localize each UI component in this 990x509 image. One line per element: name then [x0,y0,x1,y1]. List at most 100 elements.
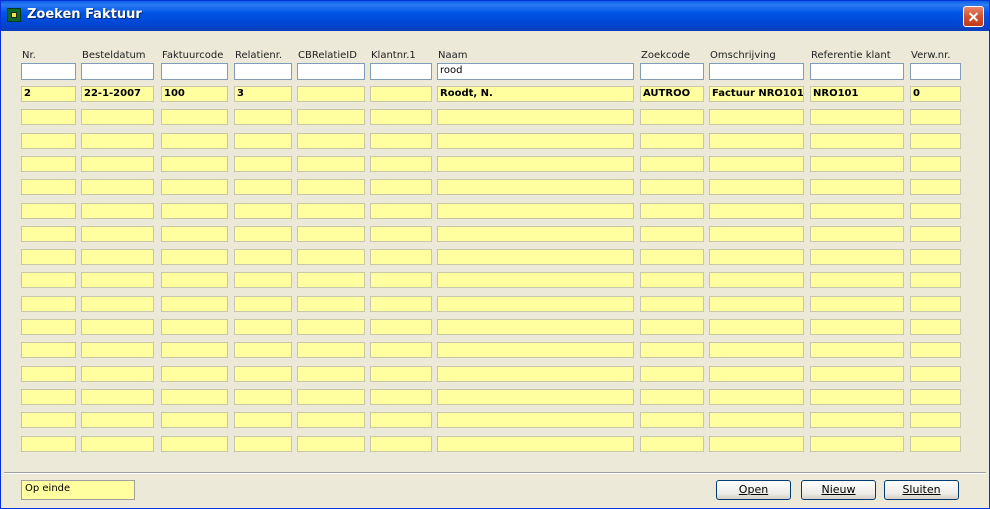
result-cell[interactable] [640,156,704,172]
result-cell[interactable] [234,179,292,195]
result-cell[interactable] [370,249,432,265]
result-cell[interactable] [370,366,432,382]
result-cell[interactable] [297,109,365,125]
result-cell[interactable] [640,436,704,452]
result-cell[interactable]: 0 [910,86,961,102]
result-cell[interactable] [234,389,292,405]
result-cell[interactable] [810,203,904,219]
result-cell[interactable] [640,109,704,125]
result-cell[interactable] [161,412,228,428]
result-cell[interactable] [297,389,365,405]
result-cell[interactable] [161,156,228,172]
result-cell[interactable] [910,133,961,149]
result-cell[interactable] [910,109,961,125]
result-cell[interactable] [297,156,365,172]
result-cell[interactable] [437,249,634,265]
filter-input[interactable] [810,63,904,80]
result-cell[interactable] [370,133,432,149]
result-cell[interactable] [21,366,76,382]
result-cell[interactable] [161,389,228,405]
result-cell[interactable] [81,133,154,149]
close-window-icon[interactable] [963,6,984,27]
result-cell[interactable] [81,226,154,242]
result-cell[interactable] [161,272,228,288]
filter-input[interactable] [234,63,292,80]
result-cell[interactable] [297,296,365,312]
result-cell[interactable] [437,296,634,312]
filter-input[interactable]: rood [437,63,634,80]
result-cell[interactable] [437,226,634,242]
result-cell[interactable] [709,249,804,265]
result-cell[interactable] [81,389,154,405]
result-cell[interactable] [437,109,634,125]
result-cell[interactable] [21,342,76,358]
result-cell[interactable] [81,366,154,382]
result-cell[interactable] [640,133,704,149]
result-cell[interactable] [370,389,432,405]
new-button[interactable]: Nieuw [801,480,876,500]
result-cell[interactable] [297,133,365,149]
result-cell[interactable] [234,226,292,242]
result-cell[interactable]: Factuur NRO101 [709,86,804,102]
result-cell[interactable] [709,436,804,452]
result-cell[interactable] [370,342,432,358]
filter-input[interactable] [370,63,432,80]
result-cell[interactable] [810,342,904,358]
result-cell[interactable] [640,272,704,288]
result-cell[interactable] [234,366,292,382]
result-cell[interactable] [81,436,154,452]
result-cell[interactable] [161,203,228,219]
filter-input[interactable] [81,63,154,80]
result-cell[interactable] [910,366,961,382]
result-cell[interactable] [810,389,904,405]
result-cell[interactable] [81,203,154,219]
result-cell[interactable] [910,389,961,405]
result-cell[interactable] [910,179,961,195]
result-cell[interactable] [21,249,76,265]
result-cell[interactable] [640,203,704,219]
result-cell[interactable] [810,319,904,335]
result-cell[interactable] [297,249,365,265]
result-cell[interactable] [234,156,292,172]
result-cell[interactable] [709,179,804,195]
result-cell[interactable] [810,296,904,312]
result-cell[interactable] [370,436,432,452]
result-cell[interactable] [709,412,804,428]
result-cell[interactable] [81,319,154,335]
result-cell[interactable] [437,272,634,288]
filter-input[interactable] [297,63,365,80]
result-cell[interactable] [81,272,154,288]
result-cell[interactable] [234,133,292,149]
result-cell[interactable] [640,296,704,312]
result-cell[interactable] [810,436,904,452]
result-cell[interactable] [709,133,804,149]
result-cell[interactable] [21,156,76,172]
filter-input[interactable] [161,63,228,80]
result-cell[interactable] [21,226,76,242]
result-cell[interactable] [910,249,961,265]
result-cell[interactable] [234,412,292,428]
result-cell[interactable]: AUTROO [640,86,704,102]
result-cell[interactable] [161,133,228,149]
result-cell[interactable] [161,226,228,242]
filter-input[interactable] [21,63,76,80]
filter-input[interactable] [709,63,804,80]
result-cell[interactable] [370,203,432,219]
close-button[interactable]: Sluiten [884,480,959,500]
filter-input[interactable] [910,63,961,80]
result-cell[interactable] [161,366,228,382]
result-cell[interactable] [21,412,76,428]
result-cell[interactable] [81,156,154,172]
result-cell[interactable] [640,366,704,382]
result-cell[interactable]: 2 [21,86,76,102]
result-cell[interactable] [370,179,432,195]
result-cell[interactable] [21,203,76,219]
result-cell[interactable] [297,319,365,335]
result-cell[interactable]: Roodt, N. [437,86,634,102]
result-cell[interactable] [810,156,904,172]
result-cell[interactable] [437,319,634,335]
result-cell[interactable] [297,342,365,358]
result-cell[interactable] [297,226,365,242]
result-cell[interactable] [437,179,634,195]
result-cell[interactable] [709,156,804,172]
